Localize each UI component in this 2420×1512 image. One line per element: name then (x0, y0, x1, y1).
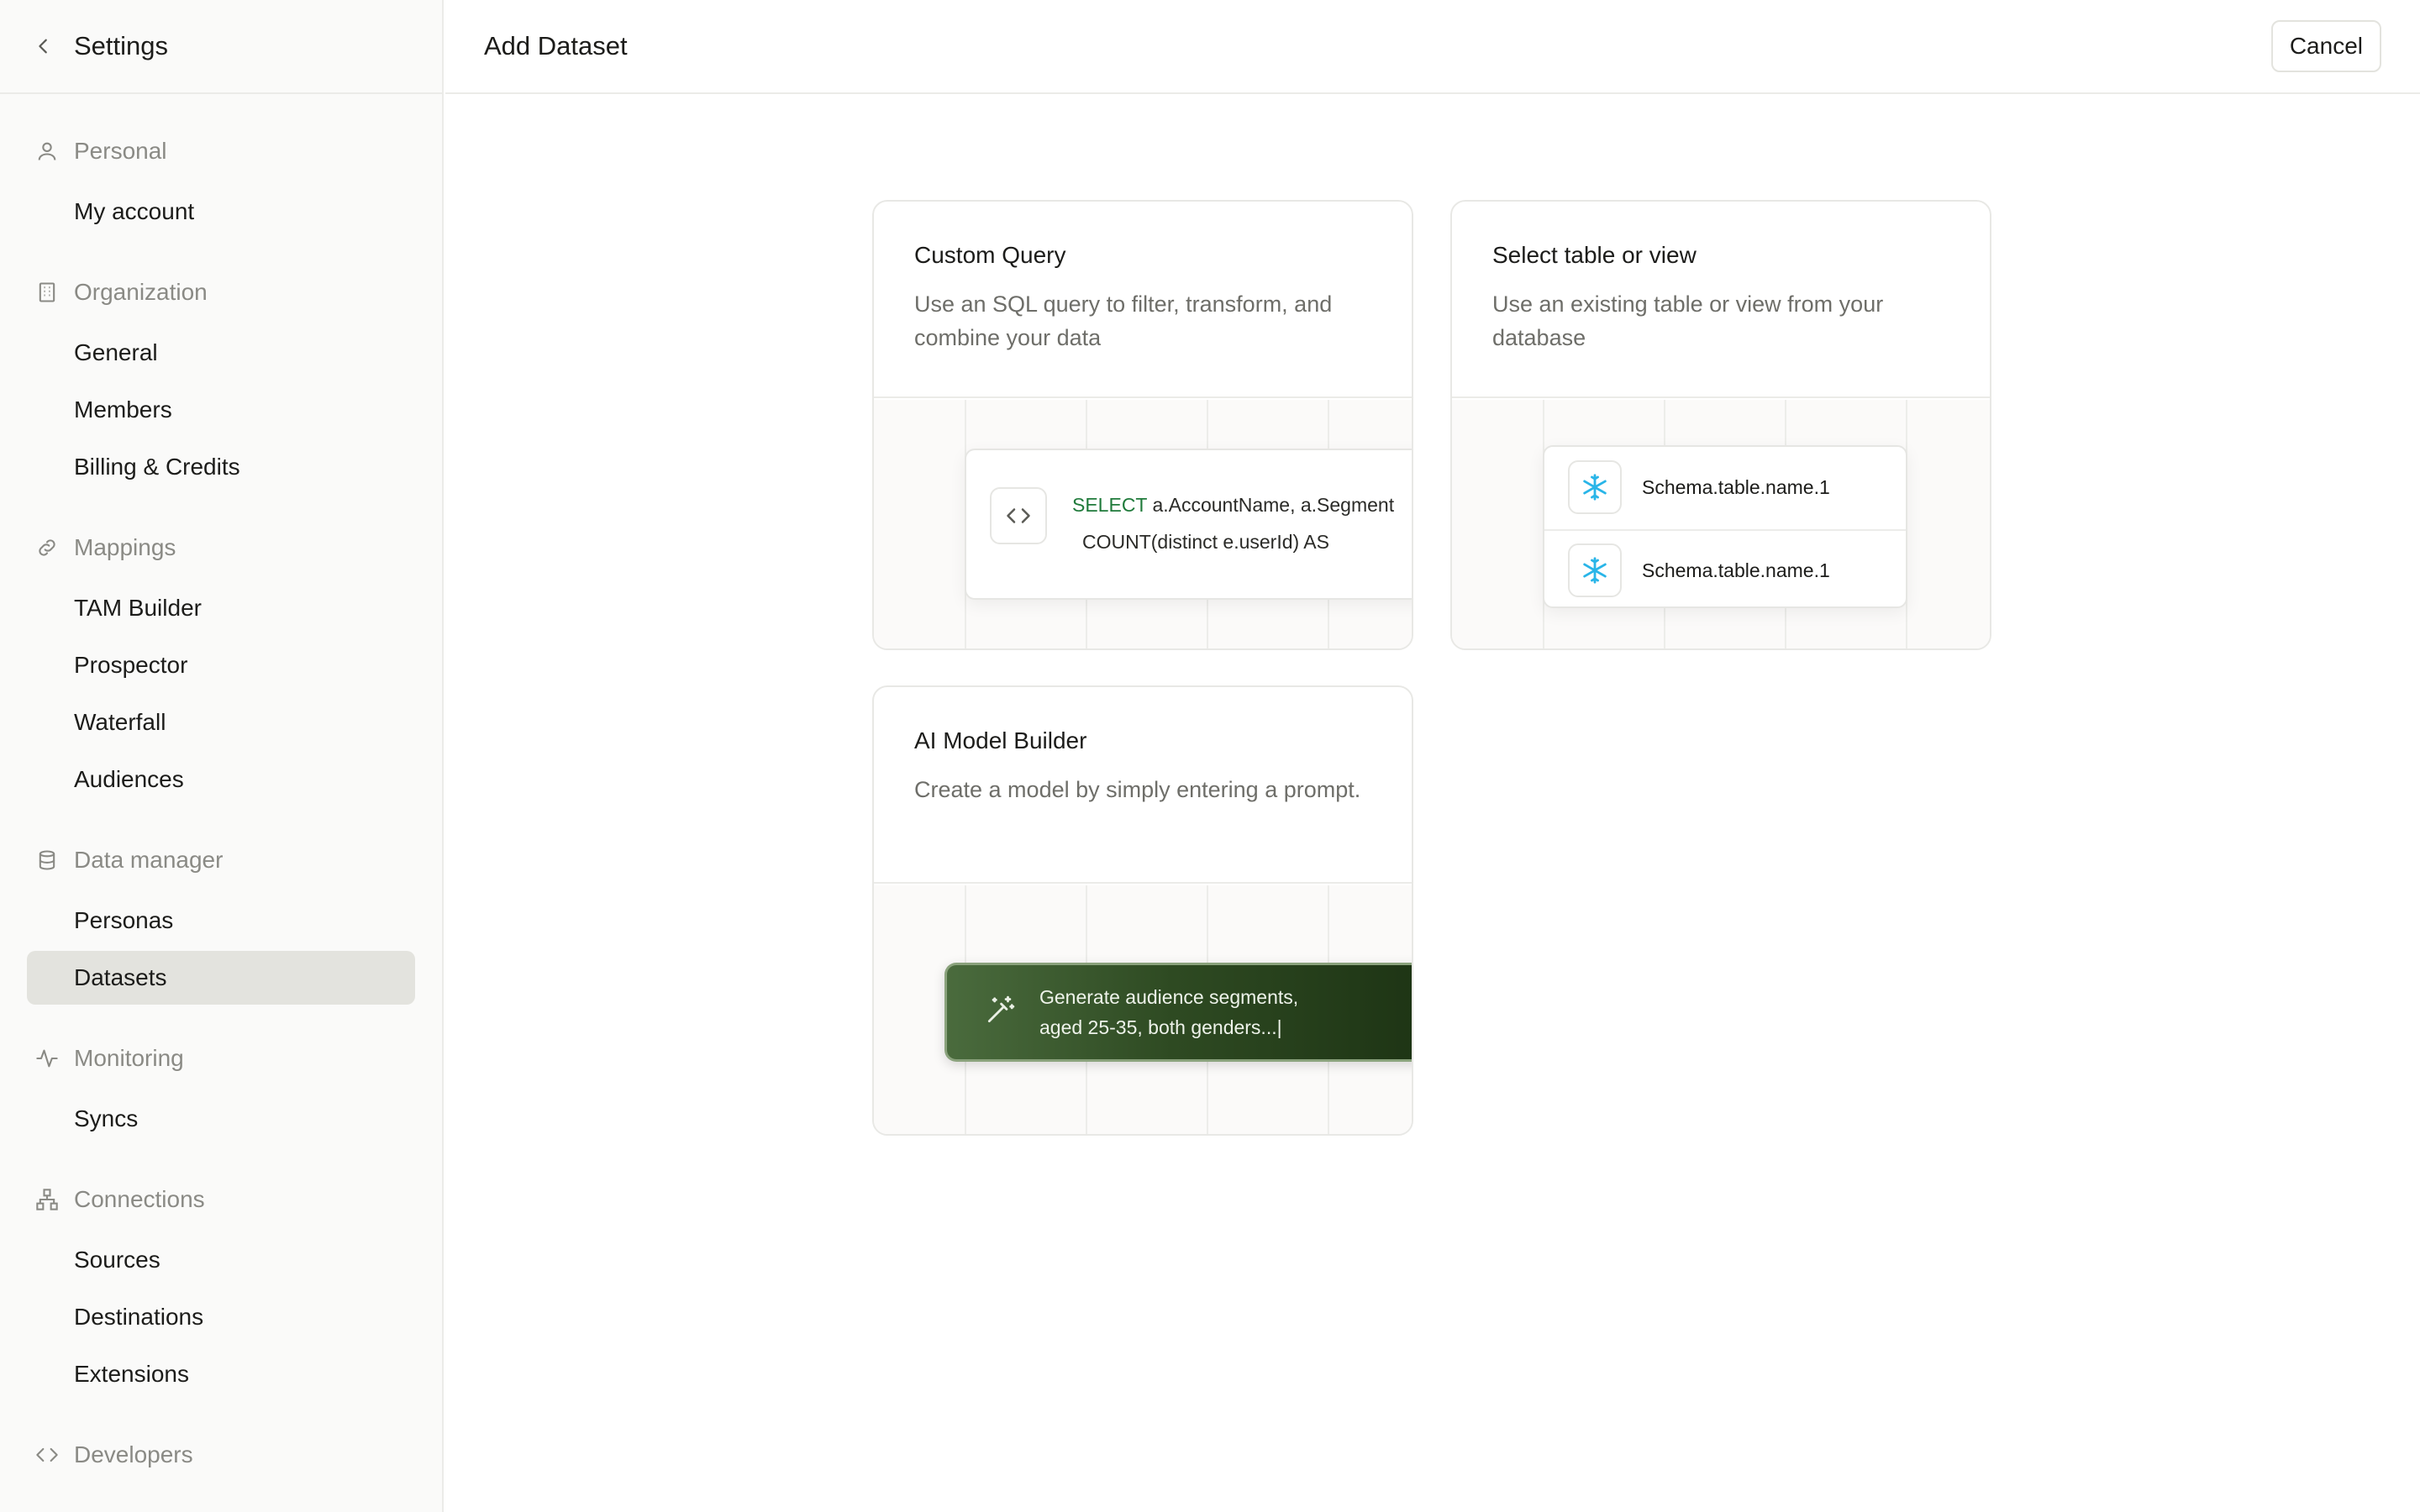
database-icon (34, 847, 60, 874)
nav-group-developers[interactable]: Developers (0, 1425, 442, 1485)
sidebar-item-general[interactable]: General (27, 326, 415, 380)
network-icon (34, 1186, 60, 1213)
ai-model-builder-card[interactable]: AI Model Builder Create a model by simpl… (872, 685, 1413, 1136)
sidebar-item-prospector[interactable]: Prospector (27, 638, 415, 692)
table-name: Schema.table.name.1 (1642, 559, 1830, 581)
sidebar-item-members[interactable]: Members (27, 383, 415, 437)
snowflake-icon (1568, 460, 1622, 514)
nav-group-label: Organization (74, 279, 208, 305)
sidebar-item-audiences[interactable]: Audiences (27, 753, 415, 806)
card-header: Custom Query Use an SQL query to filter,… (874, 202, 1412, 398)
code-icon (34, 1441, 60, 1468)
nav-group-connections: Connections (0, 1169, 442, 1230)
nav-group-label: Mappings (74, 534, 176, 560)
sidebar-item-billing[interactable]: Billing & Credits (27, 440, 415, 494)
nav-group-label: Personal (74, 138, 167, 164)
nav-group-organization: Organization (0, 262, 442, 323)
ai-prompt-line-2: aged 25-35, both genders...| (1039, 1016, 1282, 1038)
sidebar-item-waterfall[interactable]: Waterfall (27, 696, 415, 749)
table-row: Schema.table.name.1 (1544, 529, 1906, 606)
nav-group-label: Data manager (74, 847, 224, 873)
sql-text: a.AccountName, a.Segment (1147, 494, 1395, 516)
nav-group-label: Developers (74, 1441, 193, 1467)
sidebar-title: Settings (74, 31, 169, 60)
sidebar-item-datasets[interactable]: Datasets (27, 951, 415, 1005)
sql-line-2: COUNT(distinct e.userId) AS (1082, 531, 1329, 553)
card-preview: Schema.table.name.1 Schema.table.name.1 (1452, 400, 1990, 648)
magic-wand-icon (984, 995, 1016, 1031)
card-header: AI Model Builder Create a model by simpl… (874, 687, 1412, 884)
sql-line-1: SELECT a.AccountName, a.Segment (1072, 494, 1394, 517)
sidebar-header: Settings (0, 0, 442, 94)
sidebar-item-sources[interactable]: Sources (27, 1233, 415, 1287)
card-header: Select table or view Use an existing tab… (1452, 202, 1990, 398)
page-title: Add Dataset (484, 31, 628, 60)
card-preview: SELECT a.AccountName, a.Segment COUNT(di… (874, 400, 1412, 648)
card-description: Use an existing table or view from your … (1492, 291, 1884, 350)
table-name: Schema.table.name.1 (1642, 475, 1830, 498)
sidebar-item-destinations[interactable]: Destinations (27, 1290, 415, 1344)
sidebar-item-syncs[interactable]: Syncs (27, 1092, 415, 1146)
settings-nav: Personal My account Organization General… (0, 94, 442, 1485)
main-content: Add Dataset Cancel Custom Query Use an S… (445, 0, 2420, 1512)
ai-prompt-text: Generate audience segments, aged 25-35, … (1039, 982, 1298, 1042)
link-icon (34, 534, 60, 561)
sql-keyword: SELECT (1072, 494, 1148, 516)
card-title: Custom Query (914, 242, 1066, 268)
settings-sidebar: Settings Personal My account Organizatio… (0, 0, 444, 1512)
sidebar-item-extensions[interactable]: Extensions (27, 1347, 415, 1401)
table-row: Schema.table.name.1 (1544, 447, 1906, 528)
activity-icon (34, 1045, 60, 1072)
card-title: Select table or view (1492, 242, 1697, 268)
user-icon (34, 138, 60, 165)
sidebar-item-personas[interactable]: Personas (27, 894, 415, 948)
nav-group-monitoring: Monitoring (0, 1028, 442, 1089)
building-icon (34, 279, 60, 306)
nav-group-data-manager: Data manager (0, 830, 442, 890)
card-description: Create a model by simply entering a prom… (914, 777, 1361, 802)
card-title: AI Model Builder (914, 727, 1087, 753)
ai-prompt-line-1: Generate audience segments, (1039, 986, 1299, 1008)
main-header: Add Dataset Cancel (445, 0, 2420, 94)
card-description: Use an SQL query to filter, transform, a… (914, 291, 1333, 350)
nav-group-label: Monitoring (74, 1045, 184, 1071)
nav-group-mappings: Mappings (0, 517, 442, 578)
code-icon (990, 487, 1047, 544)
select-table-card[interactable]: Select table or view Use an existing tab… (1450, 200, 1991, 650)
cancel-button[interactable]: Cancel (2270, 20, 2381, 72)
nav-group-label: Connections (74, 1186, 205, 1212)
card-preview: Generate audience segments, aged 25-35, … (874, 885, 1412, 1134)
chevron-left-icon[interactable] (30, 33, 57, 60)
nav-group-personal: Personal (0, 121, 442, 181)
ai-prompt-preview: Generate audience segments, aged 25-35, … (944, 963, 1412, 1062)
sql-preview: SELECT a.AccountName, a.Segment COUNT(di… (965, 449, 1412, 600)
sidebar-item-my-account[interactable]: My account (27, 185, 415, 239)
sidebar-item-tam-builder[interactable]: TAM Builder (27, 581, 415, 635)
snowflake-icon (1568, 543, 1622, 597)
table-list-preview: Schema.table.name.1 Schema.table.name.1 (1543, 445, 1907, 608)
custom-query-card[interactable]: Custom Query Use an SQL query to filter,… (872, 200, 1413, 650)
